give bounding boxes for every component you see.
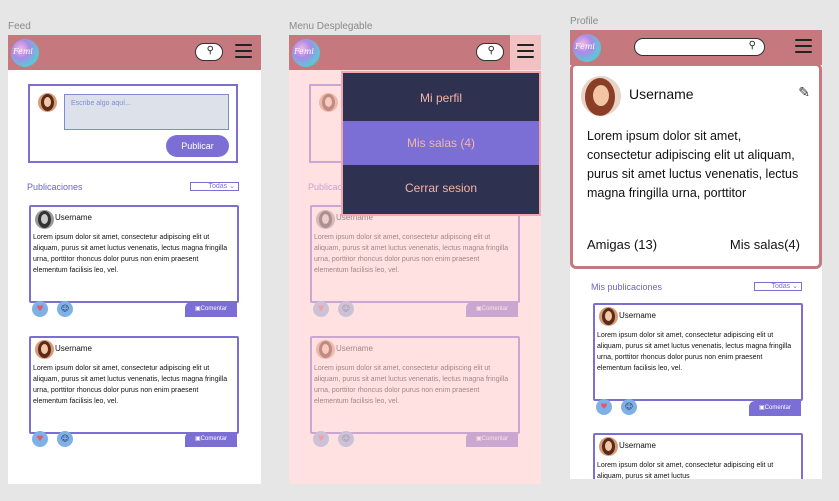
post-card: Username Lorem ipsum dolor sit amet, con… — [593, 303, 803, 401]
logo-text: Femi — [13, 47, 33, 56]
feed-screen: Femi ⚲ Escribe algo aquí... Publicar Pub… — [8, 35, 261, 484]
search-button[interactable]: ⚲ — [476, 43, 504, 61]
edit-icon[interactable]: ✎ — [798, 85, 810, 101]
profile-bio: Lorem ipsum dolor sit amet, consectetur … — [587, 129, 799, 200]
post-username: Username — [55, 213, 92, 222]
filter-label: Todas — [771, 283, 791, 290]
filter-select[interactable]: Todas ⌄ — [754, 282, 802, 291]
search-button[interactable]: ⚲ — [195, 43, 223, 61]
section-title: Mis publicaciones — [591, 282, 663, 292]
heart-icon[interactable]: ♥ — [32, 431, 48, 447]
publish-button[interactable]: Publicar — [166, 135, 229, 157]
post-username: Username — [619, 441, 656, 450]
menu-screen: Femi ⚲ Publicaciones Username Lorem ipsu… — [289, 35, 541, 484]
app-logo[interactable]: Femi — [292, 39, 320, 67]
logo-text: Femi — [294, 47, 314, 56]
comment-label: Comentar — [764, 405, 791, 411]
post-username: Username — [619, 311, 656, 320]
filter-label: Todas — [208, 183, 228, 190]
face-icon[interactable]: ☺ — [57, 431, 73, 447]
avatar — [599, 437, 618, 456]
search-icon: ⚲ — [748, 40, 756, 51]
filter-select[interactable]: Todas ⌄ — [190, 182, 239, 191]
composer-input[interactable]: Escribe algo aquí... — [64, 94, 229, 130]
search-icon: ⚲ — [487, 45, 495, 56]
profile-screen: Femi ⚲ Username ✎ Lorem ipsum dolor sit … — [570, 30, 822, 479]
dropdown-menu: Mi perfil Mis salas (4) Cerrar sesion — [341, 71, 541, 216]
comment-button[interactable]: ▣Comentar — [185, 302, 237, 317]
logo-text: Femi — [575, 42, 595, 51]
top-bar: Femi ⚲ — [570, 30, 822, 65]
post-composer: Escribe algo aquí... Publicar — [28, 84, 238, 163]
menu-item-rooms[interactable]: Mis salas (4) — [343, 121, 539, 165]
frame-label-profile: Profile — [570, 16, 599, 27]
post-text: Lorem ipsum dolor sit amet, consectetur … — [33, 234, 228, 274]
hamburger-icon[interactable] — [795, 39, 812, 53]
post-text: Lorem ipsum dolor sit amet, consectetur … — [597, 462, 774, 479]
frame-label-feed: Feed — [8, 21, 31, 32]
avatar — [35, 210, 54, 229]
profile-card: Username ✎ Lorem ipsum dolor sit amet, c… — [570, 63, 822, 269]
post-card: Username Lorem ipsum dolor sit amet, con… — [593, 433, 803, 479]
menu-toggle-active[interactable] — [510, 35, 541, 70]
hamburger-icon[interactable] — [235, 44, 252, 58]
top-bar: Femi ⚲ — [8, 35, 261, 70]
profile-username: Username — [629, 86, 694, 102]
post-card: Username Lorem ipsum dolor sit amet, con… — [29, 336, 239, 434]
top-bar: Femi ⚲ — [289, 35, 541, 70]
post-text: Lorem ipsum dolor sit amet, consectetur … — [33, 365, 228, 405]
search-icon: ⚲ — [206, 45, 214, 56]
menu-item-profile[interactable]: Mi perfil — [343, 76, 539, 120]
app-logo[interactable]: Femi — [11, 39, 39, 67]
profile-avatar — [581, 76, 621, 116]
friends-link[interactable]: Amigas (13) — [587, 237, 657, 252]
comment-button[interactable]: ▣Comentar — [185, 432, 237, 447]
post-username: Username — [55, 344, 92, 353]
avatar — [35, 340, 54, 359]
avatar — [38, 93, 57, 112]
search-input[interactable]: ⚲ — [634, 38, 765, 56]
app-logo[interactable]: Femi — [573, 34, 601, 62]
menu-item-logout[interactable]: Cerrar sesion — [343, 166, 539, 210]
section-title: Publicaciones — [27, 182, 83, 192]
frame-label-menu: Menu Desplegable — [289, 21, 373, 32]
heart-icon[interactable]: ♥ — [596, 399, 612, 415]
comment-button[interactable]: ▣Comentar — [749, 401, 801, 416]
face-icon[interactable]: ☺ — [621, 399, 637, 415]
avatar — [599, 307, 618, 326]
heart-icon[interactable]: ♥ — [32, 301, 48, 317]
rooms-link[interactable]: Mis salas(4) — [730, 237, 800, 252]
face-icon[interactable]: ☺ — [57, 301, 73, 317]
post-card: Username Lorem ipsum dolor sit amet, con… — [29, 205, 239, 303]
post-text: Lorem ipsum dolor sit amet, consectetur … — [597, 332, 792, 372]
hamburger-icon — [517, 44, 534, 58]
comment-label: Comentar — [200, 436, 227, 442]
comment-label: Comentar — [200, 306, 227, 312]
